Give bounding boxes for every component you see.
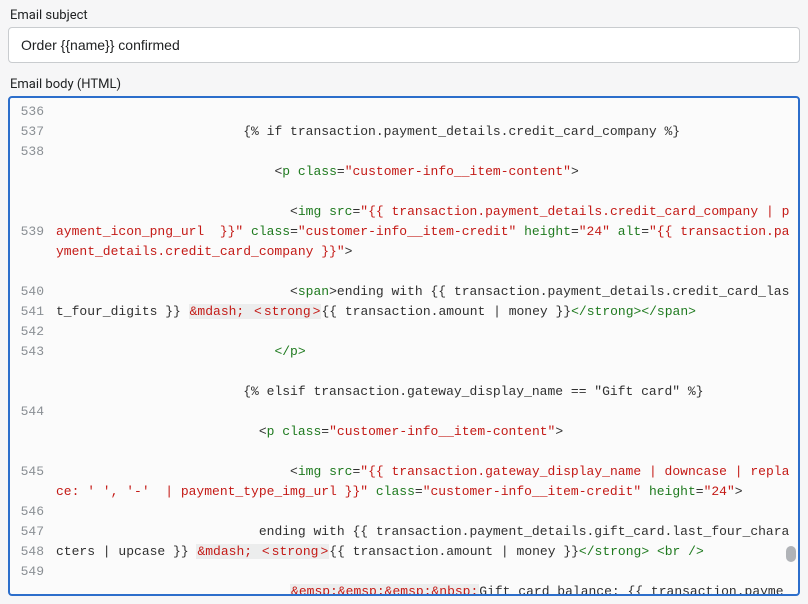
email-body-html-editor[interactable]: 536 537 538 539 540 541 542 543 544 545 … xyxy=(8,96,800,596)
email-subject-label: Email subject xyxy=(10,8,800,23)
email-subject-input[interactable] xyxy=(8,27,800,63)
code-line: <p class="customer-info__item-content"> xyxy=(56,162,790,182)
code-line: {% elsif transaction.gateway_display_nam… xyxy=(56,382,790,402)
code-line: &emsp;&emsp;&emsp;&nbsp;Gift card balanc… xyxy=(56,582,790,594)
email-body-label: Email body (HTML) xyxy=(10,77,800,92)
code-line: <p class="customer-info__item-content"> xyxy=(56,422,790,442)
code-line: ending with {{ transaction.payment_detai… xyxy=(56,522,790,562)
code-line: </p> xyxy=(56,342,790,362)
line-number-gutter: 536 537 538 539 540 541 542 543 544 545 … xyxy=(10,98,52,594)
code-content[interactable]: {% if transaction.payment_details.credit… xyxy=(52,98,798,594)
code-line: <img src="{{ transaction.payment_details… xyxy=(56,202,790,262)
code-line: <img src="{{ transaction.gateway_display… xyxy=(56,462,790,502)
code-line: <span>ending with {{ transaction.payment… xyxy=(56,282,790,322)
editor-scrollbar[interactable] xyxy=(786,98,796,594)
code-line: {% if transaction.payment_details.credit… xyxy=(56,122,790,142)
scrollbar-thumb[interactable] xyxy=(786,546,796,562)
